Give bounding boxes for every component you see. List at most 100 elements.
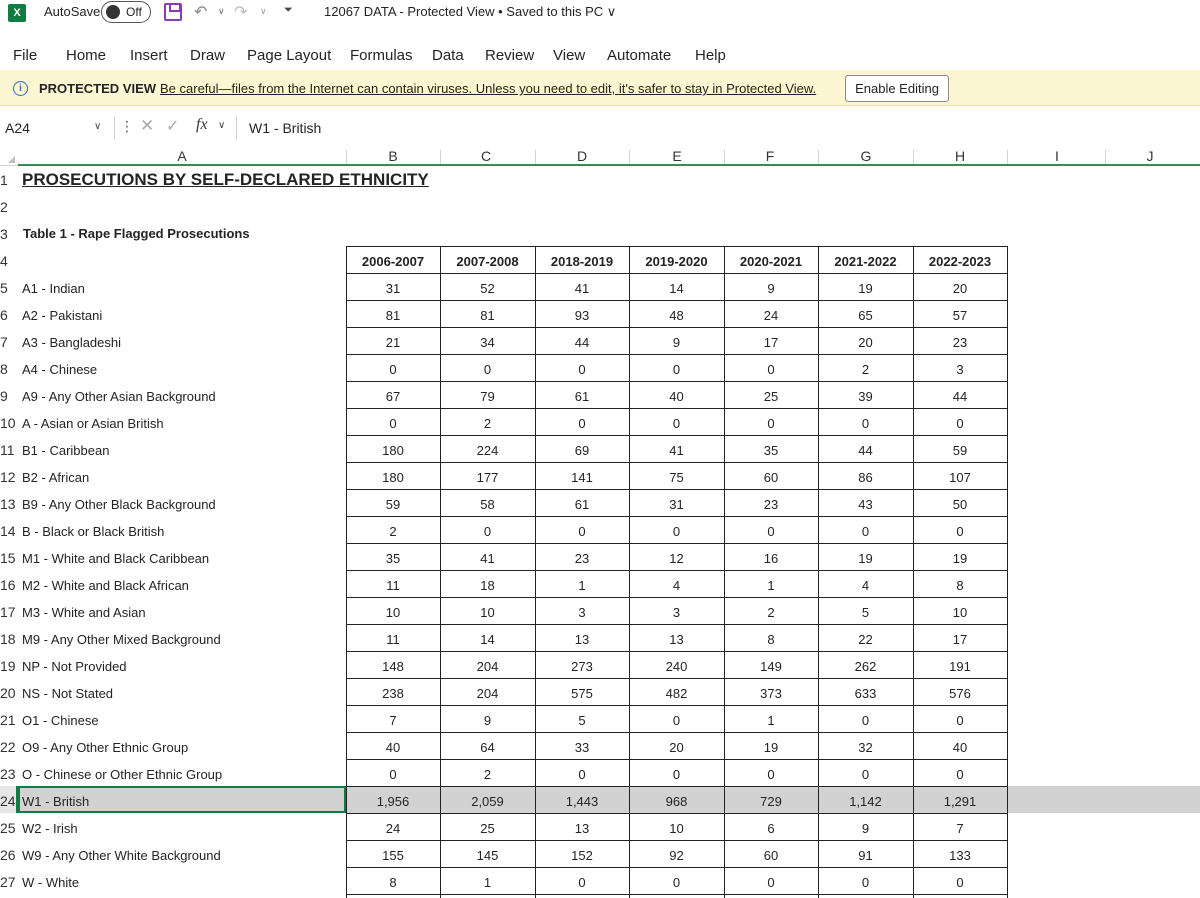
row-header-24[interactable]: 24 bbox=[0, 793, 18, 809]
function-dropdown-icon[interactable]: ∨ bbox=[218, 120, 225, 131]
data-cell[interactable]: 93 bbox=[535, 308, 629, 323]
data-cell[interactable]: 44 bbox=[535, 335, 629, 350]
data-cell[interactable]: 31 bbox=[629, 497, 724, 512]
data-cell[interactable]: 35 bbox=[724, 443, 818, 458]
row-header-26[interactable]: 26 bbox=[0, 847, 18, 863]
data-cell[interactable]: 373 bbox=[724, 686, 818, 701]
row-label[interactable]: M2 - White and Black African bbox=[22, 578, 189, 593]
row-header-20[interactable]: 20 bbox=[0, 685, 18, 701]
data-cell[interactable]: 2 bbox=[724, 605, 818, 620]
row-label[interactable]: M1 - White and Black Caribbean bbox=[22, 551, 209, 566]
row-header-1[interactable]: 1 bbox=[0, 172, 18, 188]
row-label[interactable]: NP - Not Provided bbox=[22, 659, 127, 674]
tab-view[interactable]: View bbox=[553, 47, 585, 64]
data-cell[interactable]: 8 bbox=[913, 578, 1007, 593]
cancel-icon[interactable]: ✕ bbox=[140, 116, 154, 136]
data-cell[interactable]: 238 bbox=[346, 686, 440, 701]
column-header-g[interactable]: G bbox=[846, 148, 886, 164]
data-cell[interactable]: 5 bbox=[818, 605, 913, 620]
data-cell[interactable]: 0 bbox=[535, 416, 629, 431]
data-cell[interactable]: 152 bbox=[535, 848, 629, 863]
data-cell[interactable]: 4 bbox=[629, 578, 724, 593]
row-header-7[interactable]: 7 bbox=[0, 334, 18, 350]
data-cell[interactable]: 20 bbox=[913, 281, 1007, 296]
row-label[interactable]: NS - Not Stated bbox=[22, 686, 113, 701]
row-header-15[interactable]: 15 bbox=[0, 550, 18, 566]
data-cell[interactable]: 0 bbox=[440, 524, 535, 539]
data-cell[interactable]: 575 bbox=[535, 686, 629, 701]
row-label[interactable]: A1 - Indian bbox=[22, 281, 85, 296]
data-cell[interactable]: 35 bbox=[346, 551, 440, 566]
undo-dropdown-icon[interactable]: ∨ bbox=[218, 6, 225, 17]
data-cell[interactable]: 41 bbox=[629, 443, 724, 458]
document-title[interactable]: 12067 DATA - Protected View • Saved to t… bbox=[324, 4, 616, 20]
tab-automate[interactable]: Automate bbox=[607, 47, 671, 64]
data-cell[interactable]: 5 bbox=[535, 713, 629, 728]
data-cell[interactable]: 32 bbox=[818, 740, 913, 755]
data-cell[interactable]: 0 bbox=[913, 767, 1007, 782]
data-cell[interactable]: 0 bbox=[629, 875, 724, 890]
data-cell[interactable]: 2,059 bbox=[440, 794, 535, 809]
data-cell[interactable]: 19 bbox=[818, 281, 913, 296]
data-cell[interactable]: 1,291 bbox=[913, 794, 1007, 809]
data-cell[interactable]: 24 bbox=[724, 308, 818, 323]
row-label[interactable]: M9 - Any Other Mixed Background bbox=[22, 632, 221, 647]
data-cell[interactable]: 204 bbox=[440, 659, 535, 674]
data-cell[interactable]: 155 bbox=[346, 848, 440, 863]
row-header-10[interactable]: 10 bbox=[0, 415, 18, 431]
data-cell[interactable]: 9 bbox=[724, 281, 818, 296]
data-cell[interactable]: 0 bbox=[629, 362, 724, 377]
data-cell[interactable]: 968 bbox=[629, 794, 724, 809]
data-cell[interactable]: 59 bbox=[913, 443, 1007, 458]
data-cell[interactable]: 191 bbox=[913, 659, 1007, 674]
row-label[interactable]: B - Black or Black British bbox=[22, 524, 164, 539]
data-cell[interactable]: 107 bbox=[913, 470, 1007, 485]
tab-data[interactable]: Data bbox=[432, 47, 464, 64]
year-header[interactable]: 2019-2020 bbox=[629, 254, 724, 269]
data-cell[interactable]: 10 bbox=[913, 605, 1007, 620]
data-cell[interactable]: 0 bbox=[818, 713, 913, 728]
data-cell[interactable]: 145 bbox=[440, 848, 535, 863]
year-header[interactable]: 2020-2021 bbox=[724, 254, 818, 269]
data-cell[interactable]: 0 bbox=[818, 767, 913, 782]
data-cell[interactable]: 3 bbox=[913, 362, 1007, 377]
data-cell[interactable]: 25 bbox=[724, 389, 818, 404]
data-cell[interactable]: 48 bbox=[629, 308, 724, 323]
data-cell[interactable]: 91 bbox=[818, 848, 913, 863]
data-cell[interactable]: 17 bbox=[724, 335, 818, 350]
sheet-title[interactable]: PROSECUTIONS BY SELF-DECLARED ETHNICITY bbox=[22, 170, 429, 190]
column-header-d[interactable]: D bbox=[562, 148, 602, 164]
row-label[interactable]: W2 - Irish bbox=[22, 821, 78, 836]
row-header-8[interactable]: 8 bbox=[0, 361, 18, 377]
data-cell[interactable]: 1 bbox=[724, 578, 818, 593]
year-header[interactable]: 2018-2019 bbox=[535, 254, 629, 269]
data-cell[interactable]: 41 bbox=[535, 281, 629, 296]
data-cell[interactable]: 39 bbox=[818, 389, 913, 404]
data-cell[interactable]: 59 bbox=[346, 497, 440, 512]
data-cell[interactable]: 2 bbox=[440, 416, 535, 431]
data-cell[interactable]: 273 bbox=[535, 659, 629, 674]
data-cell[interactable]: 240 bbox=[629, 659, 724, 674]
data-cell[interactable]: 177 bbox=[440, 470, 535, 485]
data-cell[interactable]: 1,956 bbox=[346, 794, 440, 809]
column-header-e[interactable]: E bbox=[657, 148, 697, 164]
row-header-13[interactable]: 13 bbox=[0, 496, 18, 512]
column-header-i[interactable]: I bbox=[1037, 148, 1077, 164]
data-cell[interactable]: 18 bbox=[440, 578, 535, 593]
row-label[interactable]: O1 - Chinese bbox=[22, 713, 99, 728]
enter-check-icon[interactable]: ✓ bbox=[166, 116, 179, 136]
data-cell[interactable]: 0 bbox=[913, 875, 1007, 890]
data-cell[interactable]: 576 bbox=[913, 686, 1007, 701]
row-label[interactable]: O - Chinese or Other Ethnic Group bbox=[22, 767, 222, 782]
data-cell[interactable]: 24 bbox=[346, 821, 440, 836]
row-header-6[interactable]: 6 bbox=[0, 307, 18, 323]
data-cell[interactable]: 75 bbox=[629, 470, 724, 485]
data-cell[interactable]: 44 bbox=[818, 443, 913, 458]
data-cell[interactable]: 40 bbox=[913, 740, 1007, 755]
data-cell[interactable]: 0 bbox=[724, 524, 818, 539]
data-cell[interactable]: 0 bbox=[629, 524, 724, 539]
data-cell[interactable]: 19 bbox=[724, 740, 818, 755]
row-header-11[interactable]: 11 bbox=[0, 442, 18, 458]
data-cell[interactable]: 9 bbox=[440, 713, 535, 728]
data-cell[interactable]: 1 bbox=[440, 875, 535, 890]
